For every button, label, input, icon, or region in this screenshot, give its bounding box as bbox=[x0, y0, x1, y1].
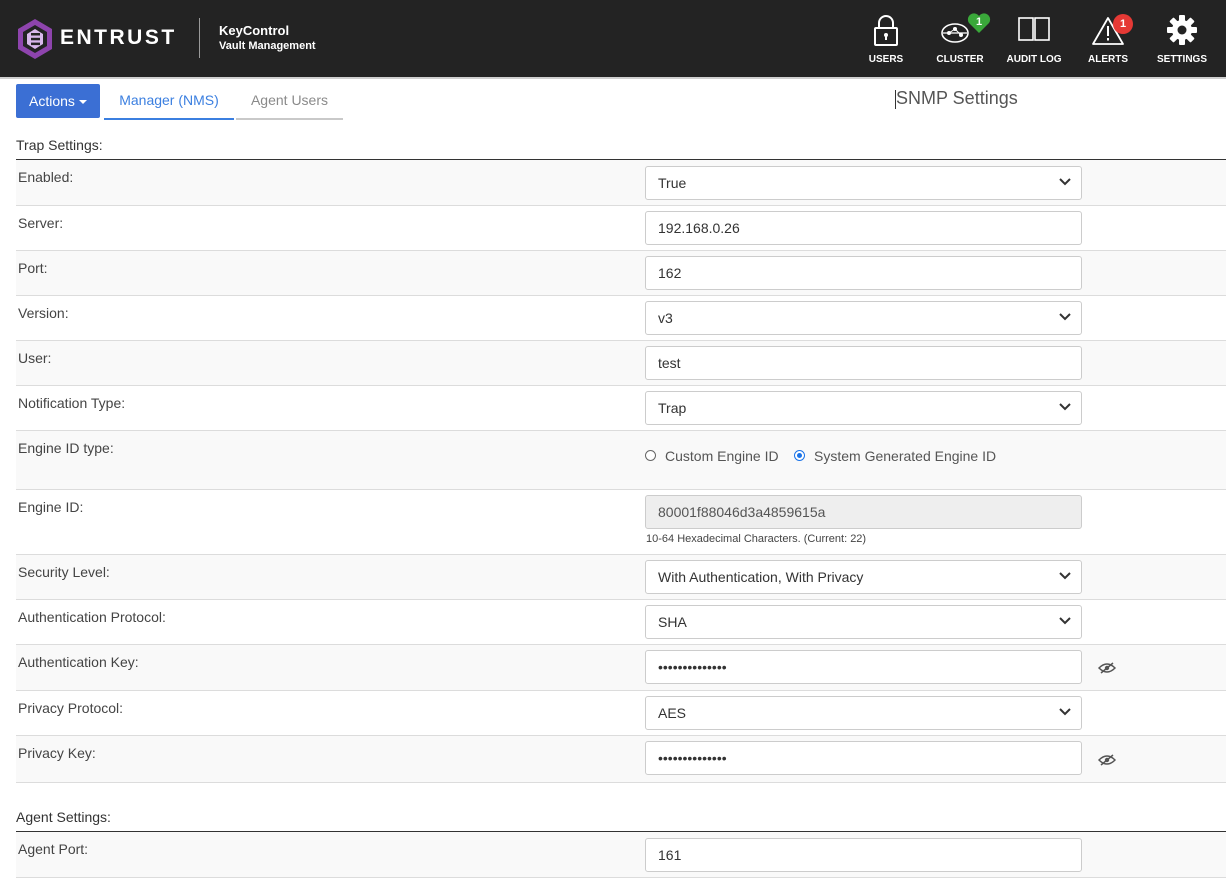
engine-id-input: 80001f88046d3a4859615a bbox=[645, 495, 1082, 529]
user-label: User: bbox=[18, 350, 52, 366]
version-label: Version: bbox=[18, 305, 69, 321]
row-auth-protocol: Authentication Protocol: SHA bbox=[16, 600, 1226, 645]
caret-down-icon bbox=[78, 100, 87, 105]
product-subtitle: Vault Management bbox=[219, 40, 316, 52]
notification-type-value: Trap bbox=[658, 400, 687, 416]
eye-slash-icon[interactable] bbox=[1098, 754, 1116, 766]
nav-cluster-label: CLUSTER bbox=[936, 54, 984, 65]
row-enabled: Enabled: True bbox=[16, 160, 1226, 206]
gear-icon bbox=[1167, 15, 1197, 45]
enabled-label: Enabled: bbox=[18, 169, 74, 185]
nav-audit-log[interactable]: AUDIT LOG bbox=[999, 10, 1069, 70]
eye-slash-icon[interactable] bbox=[1098, 662, 1116, 674]
cluster-badge: 1 bbox=[975, 16, 983, 28]
row-user: User: test bbox=[16, 341, 1226, 386]
row-engine-id: Engine ID: 80001f88046d3a4859615a 10-64 … bbox=[16, 490, 1226, 555]
security-level-label: Security Level: bbox=[18, 564, 110, 580]
nav-users-label: USERS bbox=[868, 54, 904, 65]
port-label: Port: bbox=[18, 260, 48, 276]
actions-button[interactable]: Actions bbox=[16, 84, 100, 118]
engine-id-label: Engine ID: bbox=[18, 499, 84, 515]
server-label: Server: bbox=[18, 215, 64, 231]
nav-alerts-label: ALERTS bbox=[1088, 54, 1128, 65]
row-server: Server: 192.168.0.26 bbox=[16, 206, 1226, 251]
auth-key-input[interactable]: •••••••••••••• bbox=[645, 650, 1082, 684]
row-auth-key: Authentication Key: •••••••••••••• bbox=[16, 645, 1226, 691]
nav-cluster[interactable]: 1 CLUSTER bbox=[925, 10, 995, 70]
row-privacy-key: Privacy Key: •••••••••••••• bbox=[16, 736, 1226, 783]
agent-port-input[interactable]: 161 bbox=[645, 838, 1082, 872]
engine-id-hint: 10-64 Hexadecimal Characters. (Current: … bbox=[646, 533, 867, 545]
row-agent-port: Agent Port: 161 bbox=[16, 832, 1226, 878]
row-port: Port: 162 bbox=[16, 251, 1226, 296]
row-version: Version: v3 bbox=[16, 296, 1226, 341]
server-input[interactable]: 192.168.0.26 bbox=[645, 211, 1082, 245]
radio-checked-icon bbox=[794, 450, 805, 461]
privacy-protocol-label: Privacy Protocol: bbox=[18, 700, 124, 716]
product-name: KeyControl bbox=[219, 23, 290, 38]
auth-protocol-value: SHA bbox=[658, 614, 687, 630]
row-privacy-protocol: Privacy Protocol: AES bbox=[16, 691, 1226, 736]
agent-port-label: Agent Port: bbox=[18, 841, 89, 857]
nav-settings[interactable]: SETTINGS bbox=[1147, 10, 1217, 70]
chevron-down-icon bbox=[1059, 572, 1071, 580]
lock-icon bbox=[874, 15, 898, 46]
book-icon bbox=[1018, 17, 1050, 41]
brand-name: ENTRUST bbox=[60, 26, 177, 49]
auth-protocol-select[interactable]: SHA bbox=[645, 605, 1082, 639]
privacy-key-label: Privacy Key: bbox=[18, 745, 96, 761]
security-level-select[interactable]: With Authentication, With Privacy bbox=[645, 560, 1082, 594]
radio-unchecked-icon bbox=[645, 450, 656, 461]
system-generated-engine-id-label: System Generated Engine ID bbox=[814, 448, 997, 464]
nav-users[interactable]: USERS bbox=[851, 10, 921, 70]
topbar-divider bbox=[0, 77, 1226, 79]
notification-type-select[interactable]: Trap bbox=[645, 391, 1082, 425]
enabled-value: True bbox=[658, 175, 687, 191]
chevron-down-icon bbox=[1059, 178, 1071, 186]
auth-key-label: Authentication Key: bbox=[18, 654, 139, 670]
top-bar: ENTRUST KeyControl Vault Management USER… bbox=[0, 0, 1226, 77]
row-engine-id-type: Engine ID type: Custom Engine ID System … bbox=[16, 431, 1226, 490]
enabled-select[interactable]: True bbox=[645, 166, 1082, 200]
chevron-down-icon bbox=[1059, 617, 1071, 625]
notification-type-label: Notification Type: bbox=[18, 395, 126, 411]
row-notification-type: Notification Type: Trap bbox=[16, 386, 1226, 431]
chevron-down-icon bbox=[1059, 708, 1071, 716]
trap-settings-heading: Trap Settings: bbox=[16, 137, 103, 153]
engine-id-type-label: Engine ID type: bbox=[18, 440, 114, 456]
privacy-protocol-value: AES bbox=[658, 705, 687, 721]
row-security-level: Security Level: With Authentication, Wit… bbox=[16, 555, 1226, 600]
tab-manager-nms[interactable]: Manager (NMS) bbox=[104, 84, 234, 120]
agent-settings-heading: Agent Settings: bbox=[16, 809, 111, 825]
brand-divider bbox=[199, 18, 200, 58]
user-input[interactable]: test bbox=[645, 346, 1082, 380]
port-input[interactable]: 162 bbox=[645, 256, 1082, 290]
nav-settings-label: SETTINGS bbox=[1156, 54, 1207, 65]
version-value: v3 bbox=[658, 310, 673, 326]
page-title: SNMP Settings bbox=[896, 88, 1018, 108]
tab-agent-users[interactable]: Agent Users bbox=[236, 84, 343, 120]
custom-engine-id-label: Custom Engine ID bbox=[665, 448, 779, 464]
auth-protocol-label: Authentication Protocol: bbox=[18, 609, 166, 625]
version-select[interactable]: v3 bbox=[645, 301, 1082, 335]
security-level-value: With Authentication, With Privacy bbox=[658, 569, 864, 585]
chevron-down-icon bbox=[1059, 403, 1071, 411]
nav-alerts[interactable]: 1 ALERTS bbox=[1073, 10, 1143, 70]
actions-button-label: Actions bbox=[29, 93, 75, 109]
alerts-badge: 1 bbox=[1113, 14, 1133, 34]
privacy-protocol-select[interactable]: AES bbox=[645, 696, 1082, 730]
chevron-down-icon bbox=[1059, 313, 1071, 321]
nav-audit-log-label: AUDIT LOG bbox=[1006, 54, 1062, 65]
entrust-logo-icon bbox=[18, 19, 52, 59]
privacy-key-input[interactable]: •••••••••••••• bbox=[645, 741, 1082, 775]
